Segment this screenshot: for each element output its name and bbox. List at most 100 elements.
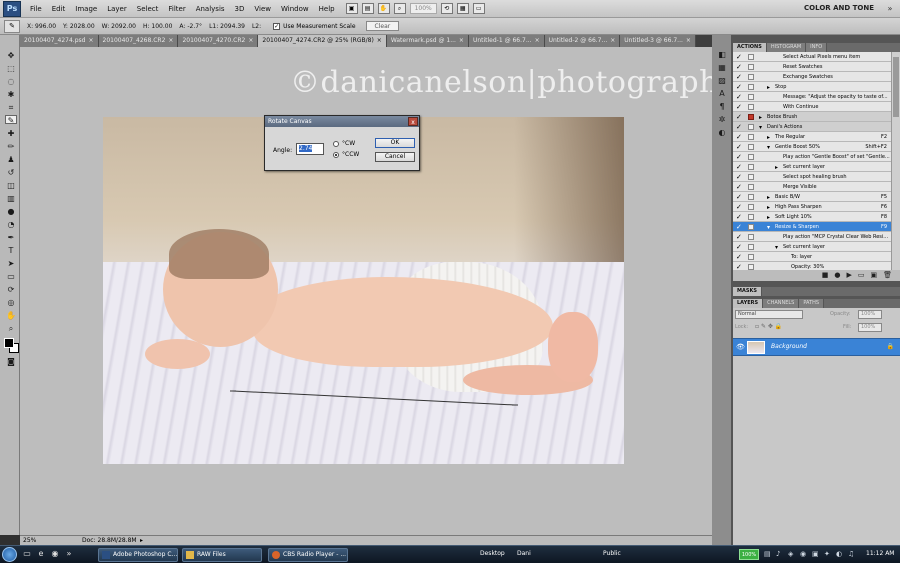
arrange-documents-icon[interactable]: ▦ [456, 3, 469, 14]
action-toggle-check-icon[interactable]: ✓ [736, 93, 742, 102]
tray-app-icon[interactable]: ◉ [800, 550, 806, 558]
dialog-toggle-box[interactable] [748, 164, 754, 170]
dialog-toggle-box[interactable] [748, 144, 754, 150]
tab-document[interactable]: Untitled-3 @ 66.7... × [620, 35, 696, 47]
pen-tool-icon[interactable]: ✒ [5, 233, 17, 242]
blend-mode-dropdown[interactable]: Normal [735, 310, 803, 319]
action-toggle-check-icon[interactable]: ✓ [736, 103, 742, 112]
close-icon[interactable]: x [408, 117, 418, 126]
action-toggle-check-icon[interactable]: ✓ [736, 73, 742, 82]
clear-button[interactable]: Clear [365, 21, 400, 31]
dialog-toggle-box[interactable] [748, 114, 754, 120]
ruler-tool-icon[interactable]: ✎ [5, 115, 17, 125]
action-row[interactable]: ✓ ▾ Resize & Sharpen F9 [733, 222, 891, 232]
dialog-toggle-box[interactable] [748, 204, 754, 210]
action-toggle-check-icon[interactable]: ✓ [736, 243, 742, 252]
action-toggle-check-icon[interactable]: ✓ [736, 153, 742, 162]
action-row[interactable]: ✓ With Continue [733, 102, 891, 112]
show-desktop-icon[interactable]: ▭ [22, 549, 32, 559]
zoom-tool-icon[interactable]: ⌕ [5, 324, 17, 333]
action-toggle-check-icon[interactable]: ✓ [736, 53, 742, 62]
cancel-button[interactable]: Cancel [375, 152, 415, 162]
dialog-toggle-box[interactable] [748, 194, 754, 200]
delete-action-button[interactable]: 🗑 [883, 270, 892, 281]
3d-orbit-tool-icon[interactable]: ◎ [5, 298, 17, 307]
paragraph-panel-icon[interactable]: ¶ [716, 101, 728, 112]
move-tool-icon[interactable]: ✥ [5, 51, 17, 60]
tab-document[interactable]: 20100407_4268.CR2 × [98, 35, 179, 47]
action-row[interactable]: ✓ Select Actual Pixels menu item [733, 52, 891, 62]
zoom-level-dropdown[interactable]: 100% [409, 3, 437, 14]
action-toggle-check-icon[interactable]: ✓ [736, 83, 742, 92]
action-toggle-check-icon[interactable]: ✓ [736, 193, 742, 202]
lock-icons[interactable]: ▫ ✎ ✥ 🔒 [755, 323, 782, 330]
dialog-toggle-box[interactable] [748, 234, 754, 240]
brushes-panel-icon[interactable]: ✲ [716, 114, 728, 125]
character-panel-icon[interactable]: A [716, 88, 728, 99]
new-action-button[interactable]: ▣ [870, 270, 877, 281]
menu-3d[interactable]: 3D [230, 5, 250, 13]
tab-document[interactable]: 20100407_4274.psd × [20, 35, 99, 47]
tray-app-icon[interactable]: ▣ [812, 550, 819, 558]
dialog-toggle-box[interactable] [748, 94, 754, 100]
clone-source-panel-icon[interactable]: ◐ [716, 127, 728, 138]
tab-document[interactable]: Untitled-2 @ 66.7... × [544, 35, 621, 47]
tab-document[interactable]: 20100407_4270.CR2 × [178, 35, 259, 47]
opacity-input[interactable]: 100% [858, 310, 882, 319]
action-row[interactable]: ✓ ▾ Set current layer [733, 242, 891, 252]
styles-panel-icon[interactable]: ▨ [716, 75, 728, 86]
3d-rotate-tool-icon[interactable]: ⟳ [5, 285, 17, 294]
bridge-icon[interactable]: ▣ [345, 3, 358, 14]
desktop-toolbar[interactable]: Desktop [480, 550, 505, 557]
tray-app-icon[interactable]: ◈ [788, 550, 793, 558]
clone-stamp-tool-icon[interactable]: ♟ [5, 155, 17, 164]
tab-close-icon[interactable]: × [459, 37, 464, 44]
menu-file[interactable]: File [25, 5, 47, 13]
tab-actions[interactable]: ACTIONS [733, 43, 767, 52]
gradient-tool-icon[interactable]: ▥ [5, 194, 17, 203]
hand-tool-icon[interactable]: ✋ [377, 3, 390, 14]
menu-image[interactable]: Image [70, 5, 102, 13]
tab-info[interactable]: INFO [806, 43, 828, 52]
layer-background[interactable]: 👁 Background 🔒 [733, 338, 900, 356]
network-icon[interactable]: ▤ [764, 550, 771, 558]
tab-document-active[interactable]: 20100407_4274.CR2 @ 25% (RGB/8) × [258, 35, 387, 47]
action-row[interactable]: ✓ To: layer [733, 252, 891, 262]
hand-tool-icon[interactable]: ✋ [5, 311, 17, 320]
rotate-view-icon[interactable]: ⟲ [440, 3, 453, 14]
tab-masks[interactable]: MASKS [733, 287, 762, 296]
action-row[interactable]: ✓ ▸ Stop [733, 82, 891, 92]
tab-layers[interactable]: LAYERS [733, 299, 764, 308]
mini-bridge-icon[interactable]: ▤ [361, 3, 374, 14]
screen-mode-icon[interactable]: ▭ [472, 3, 485, 14]
tab-close-icon[interactable]: × [686, 37, 691, 44]
dodge-tool-icon[interactable]: ◔ [5, 220, 17, 229]
zoom-level[interactable]: 25% [23, 536, 36, 545]
action-toggle-check-icon[interactable]: ✓ [736, 183, 742, 192]
tab-document[interactable]: Watermark.psd @ 1... × [386, 35, 469, 47]
tray-app-icon[interactable]: ♫ [848, 550, 854, 558]
action-toggle-check-icon[interactable]: ✓ [736, 163, 742, 172]
dialog-toggle-box[interactable] [748, 124, 754, 130]
dialog-toggle-box[interactable] [748, 84, 754, 90]
ccw-radio[interactable] [333, 152, 339, 158]
action-toggle-check-icon[interactable]: ✓ [736, 213, 742, 222]
tab-close-icon[interactable]: × [535, 37, 540, 44]
action-row[interactable]: ✓ ▸ Set current layer [733, 162, 891, 172]
start-button[interactable] [2, 547, 17, 562]
brush-tool-icon[interactable]: ✏ [5, 142, 17, 151]
lasso-tool-icon[interactable]: ◌ [5, 77, 17, 86]
user-folder-dani[interactable]: Dani [517, 550, 531, 557]
tab-close-icon[interactable]: × [610, 37, 615, 44]
spot-healing-tool-icon[interactable]: ✚ [5, 129, 17, 138]
menu-filter[interactable]: Filter [163, 5, 190, 13]
action-toggle-check-icon[interactable]: ✓ [736, 113, 742, 122]
action-row[interactable]: ✓ Play action "MCP Crystal Clear Web Resi… [733, 232, 891, 242]
eye-icon[interactable]: 👁 [736, 343, 745, 351]
menu-edit[interactable]: Edit [47, 5, 71, 13]
action-set-row[interactable]: ✓ ▾ Dani's Actions [733, 122, 891, 132]
quick-selection-tool-icon[interactable]: ✱ [5, 90, 17, 99]
dialog-toggle-box[interactable] [748, 54, 754, 60]
public-folder[interactable]: Public [603, 550, 621, 557]
menu-analysis[interactable]: Analysis [191, 5, 230, 13]
